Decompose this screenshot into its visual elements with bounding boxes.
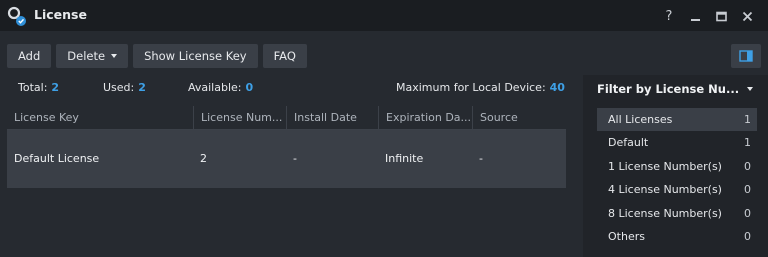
delete-button-label: Delete [67,49,106,63]
max-label: Maximum for Local Device: [396,81,546,94]
max-stat: Maximum for Local Device: 40 [396,81,565,94]
column-header-license-key[interactable]: License Key [7,106,193,129]
filter-dropdown[interactable]: Filter by License Nu... [597,82,763,96]
filter-item-4-license[interactable]: 4 License Number(s) 0 [597,178,757,201]
window-title: License [34,7,87,22]
filter-item-count: 0 [744,230,751,243]
filter-item-count: 1 [744,113,751,126]
key-badge-icon [7,6,26,26]
filter-item-count: 0 [744,160,751,173]
add-button-label: Add [18,49,41,63]
filter-title: Filter by License Nu... [597,82,740,96]
license-stats: Total: 2 Used: 2 Available: 0 Maximum for L… [0,78,566,98]
panel-toggle-button[interactable] [731,44,761,68]
max-value: 40 [549,81,565,94]
chevron-down-icon[interactable] [747,87,753,91]
total-value: 2 [51,81,60,94]
used-value: 2 [138,81,146,94]
toolbar: Add Delete Show License Key FAQ [7,44,307,68]
filter-item-count: 0 [744,207,751,220]
filter-item-count: 0 [744,183,751,196]
show-license-key-button[interactable]: Show License Key [133,44,258,68]
maximize-icon [715,11,727,21]
cell-expiration-date: Infinite [385,152,424,165]
close-button[interactable] [734,6,760,26]
filter-item-label: 1 License Number(s) [608,160,722,173]
column-header-source[interactable]: Source [472,106,566,129]
add-button[interactable]: Add [7,44,52,68]
chevron-down-icon [111,54,118,58]
available-label: Available: [188,81,242,94]
maximize-button[interactable] [708,6,734,26]
total-label: Total: [18,81,48,94]
filter-item-label: Others [608,230,645,243]
cell-install-date: - [293,152,297,165]
filter-item-others[interactable]: Others 0 [597,225,757,248]
filter-item-label: Default [608,136,649,149]
total-stat: Total: 2 [18,81,59,94]
show-license-key-label: Show License Key [144,49,247,63]
filter-item-label: 4 License Number(s) [608,183,722,196]
title-bar: License ? [0,0,768,31]
filter-item-label: 8 License Number(s) [608,207,722,220]
filter-item-1-license[interactable]: 1 License Number(s) 0 [597,155,757,178]
help-button[interactable]: ? [656,6,682,26]
filter-item-default[interactable]: Default 1 [597,131,757,154]
minimize-icon [690,18,700,21]
filter-item-8-license[interactable]: 8 License Number(s) 0 [597,202,757,225]
faq-button-label: FAQ [273,49,296,63]
cell-license-number: 2 [200,152,207,165]
column-header-install-date[interactable]: Install Date [286,106,378,129]
minimize-button[interactable] [682,6,708,26]
panel-toggle-icon [739,50,753,62]
filter-item-label: All Licenses [608,113,673,126]
table-row[interactable]: Default License 2 - Infinite - [7,130,566,188]
table-header: License Key License Num... Install Date … [7,106,566,130]
close-icon [742,11,752,21]
delete-button[interactable]: Delete [56,44,129,68]
column-header-license-number[interactable]: License Num... [193,106,286,129]
filter-item-count: 1 [744,136,751,149]
filter-item-all-licenses[interactable]: All Licenses 1 [597,108,757,131]
cell-license-key: Default License [14,152,100,165]
cell-source: - [479,152,483,165]
filter-panel: Filter by License Nu... All Licenses 1 D… [583,75,768,257]
available-value: 0 [245,81,254,94]
license-table: License Key License Num... Install Date … [7,106,566,188]
used-stat: Used: 2 [103,81,146,94]
help-icon: ? [665,8,673,24]
main-content: Add Delete Show License Key FAQ Total: 2 … [0,31,768,257]
used-label: Used: [103,81,135,94]
column-header-expiration-date[interactable]: Expiration Da... [378,106,472,129]
available-stat: Available: 0 [188,81,253,94]
faq-button[interactable]: FAQ [262,44,307,68]
